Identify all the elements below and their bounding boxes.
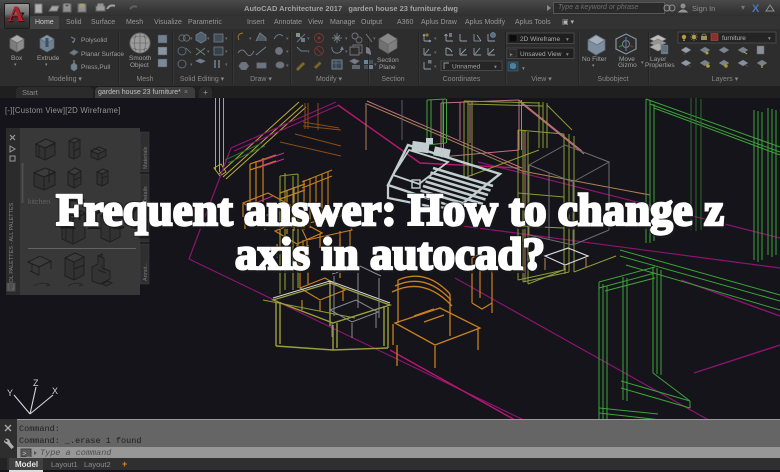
svg-text:>_: >_ bbox=[23, 451, 31, 458]
svg-text:Press,Pull: Press,Pull bbox=[81, 64, 111, 71]
svg-text:▾: ▾ bbox=[207, 49, 210, 55]
svg-text:Sign In: Sign In bbox=[692, 4, 715, 13]
svg-text:▾: ▾ bbox=[373, 36, 376, 42]
svg-text:2D Wireframe: 2D Wireframe bbox=[520, 36, 560, 43]
svg-text:▾: ▾ bbox=[190, 62, 193, 68]
svg-text:▾: ▾ bbox=[566, 37, 569, 43]
svg-text:Properties: Properties bbox=[645, 62, 675, 69]
svg-text:▾: ▾ bbox=[494, 65, 497, 71]
svg-text:▾: ▾ bbox=[45, 62, 48, 68]
svg-text:▾: ▾ bbox=[434, 50, 437, 56]
svg-text:▾: ▾ bbox=[190, 36, 193, 42]
svg-text:Extrude: Extrude bbox=[37, 55, 60, 62]
svg-text:▾: ▾ bbox=[286, 49, 289, 55]
svg-text:▾: ▾ bbox=[641, 60, 644, 66]
svg-text:▾: ▾ bbox=[225, 36, 228, 42]
svg-text:No Filter: No Filter bbox=[582, 56, 607, 63]
svg-text:▾: ▾ bbox=[741, 3, 745, 12]
svg-text:furniture: furniture bbox=[722, 35, 746, 42]
svg-text:Smooth: Smooth bbox=[129, 55, 152, 62]
svg-text:Box: Box bbox=[11, 55, 23, 62]
svg-text:Polysolid: Polysolid bbox=[81, 37, 107, 44]
svg-text:▾: ▾ bbox=[286, 36, 289, 42]
svg-text:▾: ▾ bbox=[345, 49, 348, 55]
svg-text:▾: ▾ bbox=[345, 36, 348, 42]
svg-text:Object: Object bbox=[130, 62, 149, 69]
svg-text:▾: ▾ bbox=[768, 36, 771, 42]
svg-text:▾: ▾ bbox=[14, 62, 17, 68]
svg-text:Unnamed: Unnamed bbox=[452, 64, 481, 71]
svg-text:Plane: Plane bbox=[379, 64, 396, 71]
svg-text:▾: ▾ bbox=[592, 63, 595, 69]
svg-text:Gizmo: Gizmo bbox=[618, 62, 637, 69]
svg-text:Section: Section bbox=[377, 57, 399, 64]
svg-text:▾: ▾ bbox=[225, 62, 228, 68]
svg-text:▾: ▾ bbox=[566, 52, 569, 58]
svg-text:X: X bbox=[752, 3, 760, 15]
svg-text:▸: ▸ bbox=[510, 52, 513, 58]
svg-text:X: X bbox=[52, 386, 58, 396]
svg-text:▾: ▾ bbox=[307, 36, 310, 42]
svg-text:Z: Z bbox=[33, 378, 39, 388]
svg-text:▾: ▾ bbox=[434, 36, 437, 42]
svg-text:▾: ▾ bbox=[249, 36, 252, 42]
svg-text:▾: ▾ bbox=[207, 36, 210, 42]
svg-text:▾: ▾ bbox=[522, 66, 525, 72]
svg-text:▾: ▾ bbox=[434, 64, 437, 70]
svg-text:Materials: Materials bbox=[143, 146, 149, 169]
svg-text:▾: ▾ bbox=[307, 49, 310, 55]
svg-text:▾: ▾ bbox=[225, 49, 228, 55]
svg-text:▾: ▾ bbox=[286, 63, 289, 69]
svg-text:Planar Surface: Planar Surface bbox=[81, 51, 124, 58]
svg-text:Unsaved View: Unsaved View bbox=[520, 51, 562, 58]
svg-text:Y: Y bbox=[7, 388, 13, 398]
